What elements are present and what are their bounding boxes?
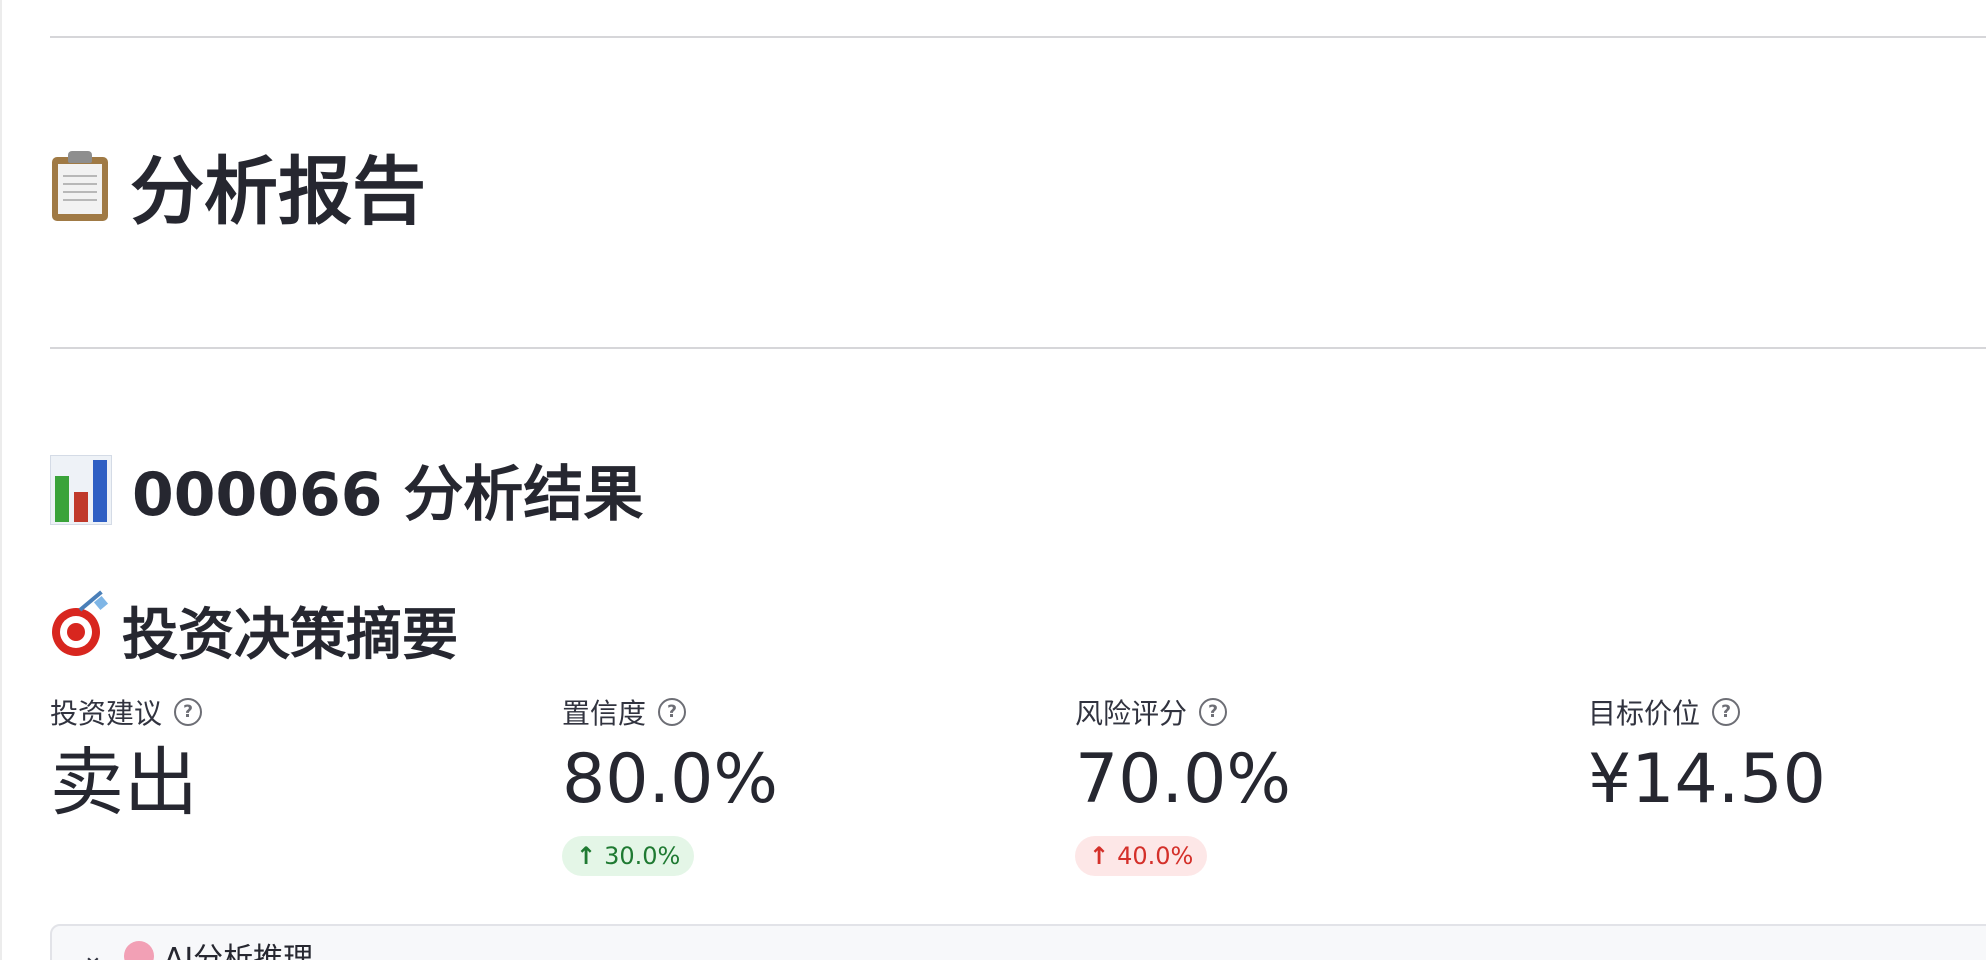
metric-delta-value: 40.0% [1117, 842, 1194, 870]
divider-top [50, 36, 1986, 38]
clipboard-icon [50, 150, 110, 221]
arrow-up-icon: ↑ [576, 842, 597, 870]
brain-icon [123, 941, 154, 960]
help-icon[interactable]: ? [1712, 698, 1741, 726]
help-icon[interactable]: ? [1199, 698, 1228, 726]
metric-label: 投资建议 [50, 697, 163, 730]
arrow-up-icon: ↑ [1089, 842, 1110, 870]
divider-middle [50, 347, 1986, 349]
metric-label: 目标价位 [1588, 697, 1701, 730]
metric-value: 卖出 [50, 740, 198, 826]
metric-risk-score: 风险评分 ? 70.0% ↑ 40.0% [1075, 692, 1291, 876]
metric-delta: ↑ 40.0% [1075, 836, 1208, 876]
expander-header[interactable]: ⌄ AI分析推理 [52, 926, 1986, 960]
summary-title: 投资决策摘要 [122, 603, 458, 668]
metric-delta-value: 30.0% [604, 842, 681, 870]
results-title: 000066 分析结果 [132, 460, 644, 530]
metric-value: 80.0% [562, 740, 779, 819]
page: 分析报告 000066 分析结果 投资决策摘要 投资建议 ? 卖出 置信度 ? … [0, 0, 1986, 960]
report-title: 分析报告 [130, 149, 426, 235]
metric-label-container: 投资建议 ? [50, 692, 203, 732]
metric-label-container: 风险评分 ? [1075, 692, 1291, 732]
chevron-down-icon[interactable]: ⌄ [82, 941, 104, 960]
results-heading: 000066 分析结果 [50, 446, 643, 533]
left-border [0, 0, 2, 960]
metric-value: 70.0% [1075, 740, 1292, 819]
bar-chart-icon [50, 454, 112, 525]
help-icon[interactable]: ? [174, 698, 203, 726]
metric-confidence: 置信度 ? 80.0% ↑ 30.0% [562, 692, 778, 876]
expander-label: AI分析推理 [163, 942, 314, 960]
metric-label: 置信度 [562, 697, 647, 730]
summary-heading: 投资决策摘要 [50, 589, 458, 671]
metric-label: 风险评分 [1075, 697, 1188, 730]
metric-delta: ↑ 30.0% [562, 836, 695, 876]
metric-target-price: 目标价位 ? ¥14.50 [1588, 692, 1826, 814]
report-heading: 分析报告 [50, 132, 426, 239]
target-icon [50, 589, 109, 660]
metric-label-container: 目标价位 ? [1588, 692, 1826, 732]
metric-investment-advice: 投资建议 ? 卖出 [50, 692, 203, 826]
metric-value: ¥14.50 [1588, 740, 1826, 819]
help-icon[interactable]: ? [658, 698, 687, 726]
ai-reasoning-expander[interactable]: ⌄ AI分析推理 [50, 924, 1986, 960]
metric-label-container: 置信度 ? [562, 692, 778, 732]
